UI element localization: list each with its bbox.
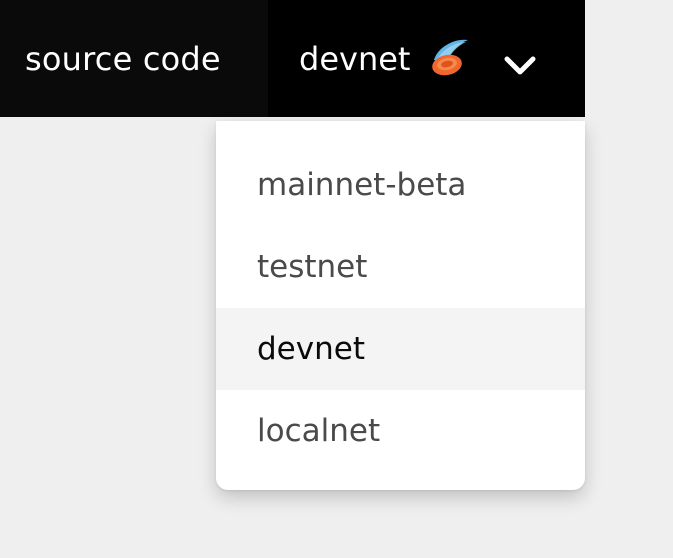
network-option-localnet[interactable]: localnet — [216, 390, 585, 472]
network-option-mainnet-beta[interactable]: mainnet-beta — [216, 144, 585, 226]
network-option-testnet[interactable]: testnet — [216, 226, 585, 308]
network-selected-label: devnet — [299, 39, 411, 78]
network-dropdown-menu: mainnet-beta testnet devnet localnet — [216, 121, 585, 490]
chevron-down-icon[interactable] — [503, 48, 537, 74]
source-code-link[interactable]: source code — [0, 0, 268, 117]
network-option-devnet[interactable]: devnet — [216, 308, 585, 390]
top-navbar: source code devnet — [0, 0, 585, 117]
network-selector-button[interactable]: devnet — [268, 0, 585, 117]
solana-flying-disc-icon — [428, 36, 470, 78]
source-code-label: source code — [25, 39, 221, 78]
